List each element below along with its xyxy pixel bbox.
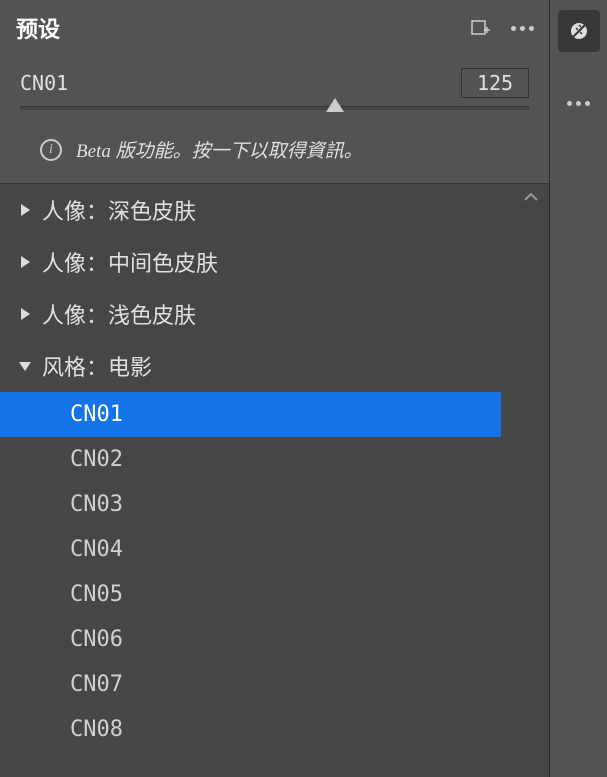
tree-preset-item[interactable]: CN05 — [0, 572, 549, 617]
healing-tool-icon[interactable] — [558, 10, 600, 52]
tree-preset-item[interactable]: CN04 — [0, 527, 549, 572]
info-icon: i — [40, 139, 62, 161]
tree-preset-item[interactable]: CN06 — [0, 617, 549, 662]
panel-header: 预设 — [0, 0, 549, 56]
collapse-arrow-icon — [18, 255, 32, 269]
header-actions — [469, 17, 533, 39]
tree-preset-item[interactable]: CN01 — [0, 392, 501, 437]
preset-controls: CN01 — [0, 56, 549, 106]
tree-preset-item[interactable]: CN07 — [0, 662, 549, 707]
more-options-icon[interactable] — [558, 82, 600, 124]
tree-group-label: 人像：中间色皮肤 — [42, 246, 218, 278]
tree-preset-item[interactable]: CN03 — [0, 482, 549, 527]
presets-panel: 预设 CN01 — [0, 0, 549, 777]
collapse-arrow-icon — [18, 307, 32, 321]
new-preset-icon[interactable] — [469, 17, 491, 39]
tree-group-label: 人像：浅色皮肤 — [42, 298, 196, 330]
panel-title: 预设 — [16, 12, 469, 44]
preset-name-label: CN01 — [20, 71, 449, 95]
slider-thumb[interactable] — [326, 98, 344, 112]
tree-group-portrait-medium[interactable]: 人像：中间色皮肤 — [0, 236, 549, 288]
collapse-arrow-icon — [18, 203, 32, 217]
tree-group-label: 风格：电影 — [42, 350, 152, 382]
amount-slider[interactable] — [0, 106, 549, 126]
expand-arrow-icon — [18, 359, 32, 373]
tree-group-style-cinema[interactable]: 风格：电影 — [0, 340, 549, 392]
preset-tree: 人像：深色皮肤 人像：中间色皮肤 人像：浅色皮肤 风格：电影 CN01 CN02… — [0, 183, 549, 777]
tree-group-portrait-dark[interactable]: 人像：深色皮肤 — [0, 184, 549, 236]
tree-group-label: 人像：深色皮肤 — [42, 194, 196, 226]
menu-icon[interactable] — [511, 17, 533, 39]
scroll-up-icon[interactable] — [523, 190, 543, 210]
tree-preset-item[interactable]: CN08 — [0, 707, 549, 752]
beta-info-row[interactable]: i Beta 版功能。按一下以取得資訊。 — [0, 126, 549, 183]
tree-preset-item[interactable]: CN02 — [0, 437, 549, 482]
tree-group-portrait-light[interactable]: 人像：浅色皮肤 — [0, 288, 549, 340]
amount-input[interactable] — [461, 68, 529, 98]
beta-text: Beta 版功能。按一下以取得資訊。 — [76, 136, 363, 163]
slider-track — [20, 106, 529, 110]
right-toolbar — [549, 0, 607, 777]
